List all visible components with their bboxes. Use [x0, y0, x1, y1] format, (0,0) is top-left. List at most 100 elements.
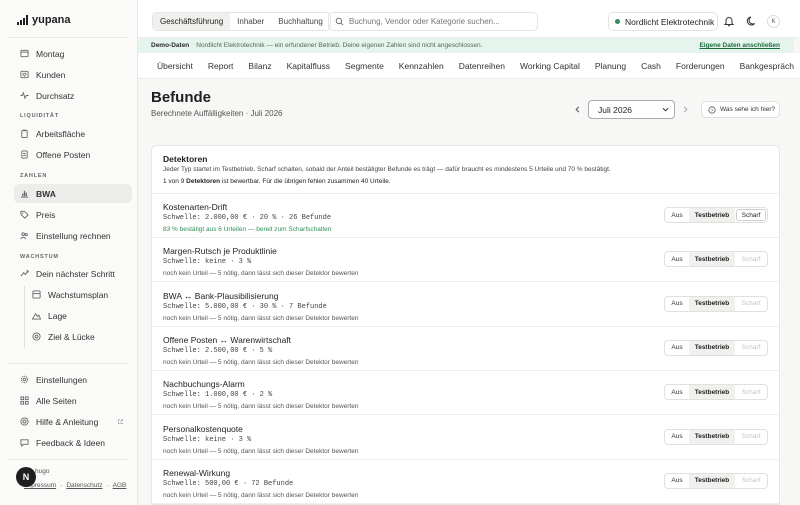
month-select[interactable]: Juli 2026: [588, 100, 675, 119]
detector-mode-toggle: Aus Testbetrieb Scharf: [664, 384, 768, 401]
tab-bilanz[interactable]: Bilanz: [248, 61, 271, 71]
mode-test-button[interactable]: Testbetrieb: [689, 385, 735, 400]
detector-mode-toggle: Aus Testbetrieb Scharf: [664, 339, 768, 356]
help-icon: [20, 417, 29, 426]
sidebar-item-wachstumsplan[interactable]: Wachstumsplan: [26, 285, 132, 304]
app-logo[interactable]: yupana: [17, 14, 71, 26]
moon-icon[interactable]: [746, 15, 758, 27]
section-label-liquiditaet: LIQUIDITÄT: [20, 113, 59, 119]
detector-row: Kostenarten-Drift Schwelle: 2.000,00 € · …: [152, 194, 779, 238]
mode-armed-button[interactable]: Scharf: [735, 474, 767, 488]
mode-test-button[interactable]: Testbetrieb: [689, 473, 735, 488]
sidebar-item-kunden[interactable]: Kunden: [14, 65, 132, 84]
sidebar-item-arbeitsflaeche[interactable]: Arbeitsfläche: [14, 124, 132, 143]
tab-uebersicht[interactable]: Übersicht: [157, 61, 193, 71]
detector-mode-toggle: Aus Testbetrieb Scharf: [664, 428, 768, 445]
tab-forderungen[interactable]: Forderungen: [676, 61, 725, 71]
chevron-right-icon: [683, 106, 688, 112]
count-suffix: ist bewertbar. Für die übrigen fehlen zu…: [221, 178, 391, 185]
mode-armed-button[interactable]: Scharf: [735, 341, 767, 355]
next-month-button[interactable]: [678, 102, 692, 116]
sidebar-divider: [8, 37, 129, 38]
mode-off-button[interactable]: Aus: [665, 297, 689, 311]
previous-month-button[interactable]: [570, 102, 584, 116]
card-count: 1 von 9 Detektoren ist bewertbar. Für di…: [163, 178, 391, 185]
top-bar: Geschäftsführung Inhaber Buchhaltung Buc…: [138, 0, 800, 38]
sidebar-item-label: Hilfe & Anleitung: [36, 416, 99, 427]
section-label-zahlen: ZAHLEN: [20, 173, 48, 179]
mode-test-button[interactable]: Testbetrieb: [689, 252, 735, 267]
connect-data-link[interactable]: Eigene Daten anschließen: [699, 42, 780, 49]
sidebar-item-alle-seiten[interactable]: Alle Seiten: [14, 391, 132, 410]
tab-planung[interactable]: Planung: [595, 61, 626, 71]
sidebar-item-preis[interactable]: Preis: [14, 205, 132, 224]
help-label: Was sehe ich hier?: [720, 106, 776, 113]
detector-status: noch kein Urteil — 5 nötig, dann lässt s…: [163, 358, 359, 366]
sidebar-item-montag[interactable]: Montag: [14, 44, 132, 63]
mode-off-button[interactable]: Aus: [665, 341, 689, 355]
gear-icon: [20, 375, 29, 384]
target-icon: [32, 332, 41, 341]
heart-tag-icon: [20, 70, 29, 79]
search-icon: [335, 17, 344, 26]
mode-off-button[interactable]: Aus: [665, 474, 689, 488]
mode-test-button[interactable]: Testbetrieb: [689, 429, 735, 444]
sidebar-item-hilfe[interactable]: Hilfe & Anleitung: [14, 412, 132, 431]
avatar[interactable]: N: [16, 467, 36, 487]
sidebar-item-label: Durchsatz: [36, 90, 75, 101]
mode-off-button[interactable]: Aus: [665, 385, 689, 399]
detector-threshold: Schwelle: keine · 3 %: [163, 258, 252, 267]
sidebar-item-naechster-schritt[interactable]: Dein nächster Schritt: [14, 264, 132, 283]
sidebar-item-feedback[interactable]: Feedback & Ideen: [14, 433, 132, 452]
tab-segmente[interactable]: Segmente: [345, 61, 384, 71]
sidebar-item-label: Alle Seiten: [36, 395, 77, 406]
sidebar-item-bwa[interactable]: BWA: [14, 184, 132, 203]
detector-status: 83 % bestätigt aus 6 Urteilen — bereit z…: [163, 226, 332, 233]
sidebar-item-offene-posten[interactable]: Offene Posten: [14, 145, 132, 164]
search-placeholder: Buchung, Vendor oder Kategorie suchen...: [349, 17, 500, 26]
mode-test-button[interactable]: Testbetrieb: [689, 208, 735, 222]
mode-armed-button[interactable]: Scharf: [735, 385, 767, 399]
mode-off-button[interactable]: Aus: [665, 430, 689, 444]
search-input[interactable]: Buchung, Vendor oder Kategorie suchen...: [328, 12, 538, 31]
card-header: Detektoren Jeder Typ startet im Testbetr…: [152, 146, 779, 194]
card-title: Detektoren: [163, 154, 208, 164]
sidebar-item-durchsatz[interactable]: Durchsatz: [14, 86, 132, 105]
tab-report[interactable]: Report: [208, 61, 234, 71]
agb-link[interactable]: AGB: [113, 482, 127, 489]
user-avatar[interactable]: K: [767, 15, 780, 28]
tab-kennzahlen[interactable]: Kennzahlen: [399, 61, 444, 71]
detector-threshold: Schwelle: 1.000,00 € · 2 %: [163, 391, 273, 400]
tab-cash[interactable]: Cash: [641, 61, 661, 71]
tab-working-capital[interactable]: Working Capital: [520, 61, 580, 71]
sidebar-item-ziel-luecke[interactable]: Ziel & Lücke: [26, 327, 132, 346]
status-dot: [615, 19, 620, 24]
mode-armed-button[interactable]: Scharf: [736, 209, 766, 221]
mode-test-button[interactable]: Testbetrieb: [689, 296, 735, 311]
mode-test-button[interactable]: Testbetrieb: [689, 340, 735, 355]
tab-kapitalfluss[interactable]: Kapitalfluss: [287, 61, 330, 71]
tab-bankgespraech[interactable]: Bankgespräch: [740, 61, 794, 71]
role-buchhaltung[interactable]: Buchhaltung: [271, 13, 329, 30]
role-geschaeftsfuehrung[interactable]: Geschäftsführung: [153, 13, 231, 30]
app-name: yupana: [32, 14, 71, 26]
bell-icon[interactable]: [723, 15, 735, 27]
help-button[interactable]: ? Was sehe ich hier?: [701, 101, 780, 118]
separator: ·: [60, 482, 63, 489]
mode-off-button[interactable]: Aus: [665, 208, 689, 222]
mode-armed-button[interactable]: Scharf: [735, 252, 767, 266]
company-selector[interactable]: Nordlicht Elektrotechnik: [608, 12, 718, 31]
mode-armed-button[interactable]: Scharf: [735, 297, 767, 311]
sidebar-item-einstellung-rechnen[interactable]: Einstellung rechnen: [14, 226, 132, 245]
mode-off-button[interactable]: Aus: [665, 252, 689, 266]
route-icon: [20, 270, 29, 277]
tab-datenreihen[interactable]: Datenreihen: [459, 61, 505, 71]
sidebar-item-einstellungen[interactable]: Einstellungen: [14, 370, 132, 389]
datenschutz-link[interactable]: Datenschutz: [66, 482, 102, 489]
detector-mode-toggle: Aus Testbetrieb Scharf: [664, 295, 768, 312]
sidebar-item-lage[interactable]: Lage: [26, 306, 132, 325]
role-switcher: Geschäftsführung Inhaber Buchhaltung: [152, 12, 331, 31]
role-inhaber[interactable]: Inhaber: [230, 13, 271, 30]
mode-armed-button[interactable]: Scharf: [735, 430, 767, 444]
detector-name: Personalkostenquote: [163, 423, 243, 434]
